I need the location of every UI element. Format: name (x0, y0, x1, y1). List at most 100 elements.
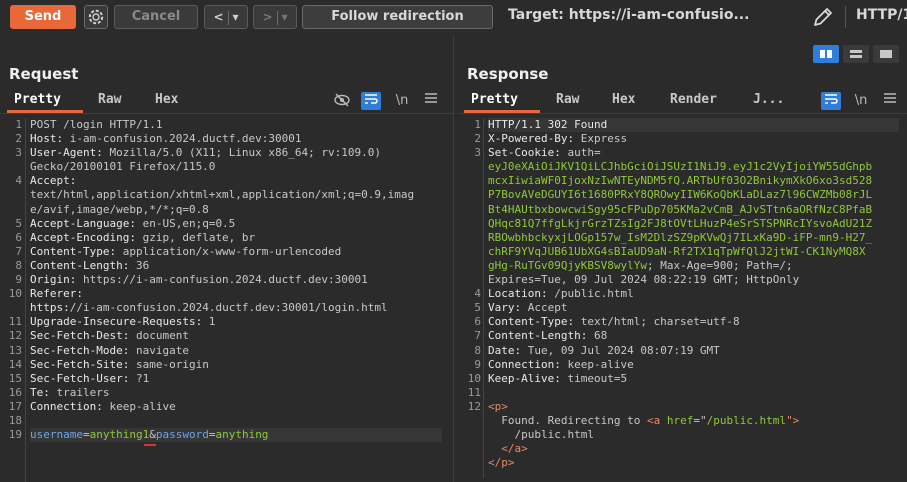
line-number: 6 (15, 230, 22, 244)
menu-icon[interactable] (421, 92, 441, 110)
gutter-divider (483, 118, 484, 478)
line-number (459, 259, 481, 273)
line-number (459, 188, 481, 202)
request-line: Upgrade-Insecure-Requests: 1 (30, 315, 216, 329)
line-number: 10 (8, 287, 22, 301)
response-line: <p> (488, 399, 508, 413)
request-line: e/avif,image/webp,*/*;q=0.8 (30, 202, 209, 216)
response-line: /public.html (488, 428, 594, 442)
line-number: 5 (15, 216, 22, 230)
hide-nonprintable-icon[interactable] (332, 92, 352, 110)
response-line: Location: /public.html (488, 287, 634, 301)
line-number: 8 (474, 343, 481, 357)
request-line: User-Agent: Mozilla/5.0 (X11; Linux x86_… (30, 146, 382, 160)
request-line: Gecko/20100101 Firefox/115.0 (30, 160, 216, 174)
line-number: 11 (467, 385, 481, 399)
request-title: Request (9, 65, 79, 83)
line-number: 14 (8, 357, 22, 371)
line-number: 1 (15, 118, 22, 131)
response-tab-hex[interactable]: Hex (612, 92, 635, 107)
response-pane: Response Pretty Raw Hex Render J... \n 1… (459, 36, 907, 482)
request-tab-hex[interactable]: Hex (155, 92, 178, 107)
line-number: 4 (15, 174, 22, 188)
forward-dropdown-icon[interactable]: ▾ (282, 10, 288, 24)
response-body[interactable]: HTTP/1.1 302 Found X-Powered-By: Express S… (488, 118, 899, 470)
response-tab-render[interactable]: Render (670, 92, 717, 107)
pencil-icon[interactable] (810, 4, 836, 30)
response-line: X-Powered-By: Express (488, 132, 628, 146)
target-label: Target: https://i-am-confusio... (508, 7, 750, 23)
follow-redirection-button[interactable]: Follow redirection (302, 5, 493, 29)
line-number: 6 (474, 315, 481, 329)
response-line: RBOwbhbckyxjLOGp157w_IsM2DlzSZ9pKVwQj7IL… (488, 230, 873, 244)
layout-toggle-group (809, 45, 899, 65)
response-line: chRF9YVqJUB61UbXG4sBIaUD9aN-Rf2TX1qTpWfQ… (488, 244, 866, 258)
line-number (459, 273, 481, 287)
request-tab-raw[interactable]: Raw (98, 92, 121, 107)
line-number: 8 (15, 258, 22, 272)
response-line: </p> (488, 456, 515, 470)
menu-icon[interactable] (880, 92, 900, 110)
layout-stacked-icon[interactable] (843, 45, 869, 63)
cursor-marker (144, 444, 156, 446)
line-number: 1 (474, 118, 481, 131)
toolbar: Send Cancel < ▾ > ▾ Follow redirection Tar… (0, 0, 907, 34)
request-line: username=anything1&password=anything (30, 428, 442, 443)
request-line (30, 414, 445, 428)
response-line: Expires=Tue, 09 Jul 2024 08:22:19 GMT; H… (488, 273, 800, 287)
back-button[interactable]: < ▾ (204, 5, 248, 29)
line-number: 5 (474, 301, 481, 315)
line-number: 4 (474, 287, 481, 301)
line-number (0, 188, 22, 202)
newline-toggle-icon[interactable]: \n (851, 92, 871, 110)
line-number (0, 203, 22, 217)
response-tab-pretty[interactable]: Pretty (471, 92, 518, 107)
line-number (459, 174, 481, 188)
request-line: Accept-Encoding: gzip, deflate, br (30, 230, 256, 244)
request-line-numbers: 1 2 3 4 5 6 7 8 9 10 11 12 13 14 15 16 17 18 19 (0, 118, 22, 442)
cancel-button[interactable]: Cancel (114, 5, 198, 29)
request-line: Te: trailers (30, 385, 110, 399)
protocol-label[interactable]: HTTP/1 (856, 7, 907, 23)
forward-button[interactable]: > ▾ (253, 5, 297, 29)
request-line: Host: i-am-confusion.2024.ductf.dev:3000… (30, 132, 302, 146)
response-tab-raw[interactable]: Raw (556, 92, 579, 107)
back-dropdown-icon[interactable]: ▾ (233, 10, 239, 24)
request-tab-pretty[interactable]: Pretty (14, 92, 61, 107)
send-button[interactable]: Send (10, 5, 76, 29)
request-line: Content-Length: 36 (30, 258, 150, 272)
request-pane: Request Pretty Raw Hex \n 1 2 3 4 5 6 7 8 9 10 11 1… (0, 36, 453, 482)
newline-toggle-icon[interactable]: \n (392, 92, 412, 110)
request-body[interactable]: POST /login HTTP/1.1 Host: i-am-confusion… (30, 118, 445, 443)
settings-gear-button[interactable] (84, 5, 108, 29)
request-line: Accept: (30, 174, 77, 188)
line-number: 17 (8, 399, 22, 413)
request-line: Sec-Fetch-User: ?1 (30, 371, 150, 385)
layout-single-icon[interactable] (873, 45, 899, 63)
response-line: Set-Cookie: auth= (488, 146, 601, 160)
line-number (459, 428, 481, 442)
request-line: Sec-Fetch-Mode: navigate (30, 343, 189, 357)
response-line: mcxIiwiaWF0IjoxNzIwNTEyNDM5fQ.ARTbUf03O2… (488, 174, 873, 188)
response-line-numbers: 1 2 3 4 5 6 7 8 9 10 11 12 (459, 118, 481, 470)
response-line (488, 386, 899, 400)
response-tab-more[interactable]: J... (753, 92, 784, 107)
line-number (459, 456, 481, 470)
line-number (459, 217, 481, 231)
layout-side-by-side-icon[interactable] (813, 45, 839, 63)
request-line: Accept-Language: en-US,en;q=0.5 (30, 216, 236, 230)
response-tabs: Pretty Raw Hex Render J... \n (459, 88, 907, 114)
line-number: 16 (8, 385, 22, 399)
active-tab-underline (464, 110, 540, 113)
back-icon: < (213, 10, 224, 24)
line-number (459, 245, 481, 259)
gear-icon (88, 9, 104, 25)
line-number: 3 (15, 146, 22, 160)
word-wrap-icon[interactable] (821, 92, 841, 110)
line-number (459, 203, 481, 217)
line-number (459, 414, 481, 428)
line-number: 7 (474, 329, 481, 343)
request-line: Referer: (30, 287, 83, 301)
response-line: Connection: keep-alive (488, 357, 634, 371)
word-wrap-icon[interactable] (361, 92, 381, 110)
